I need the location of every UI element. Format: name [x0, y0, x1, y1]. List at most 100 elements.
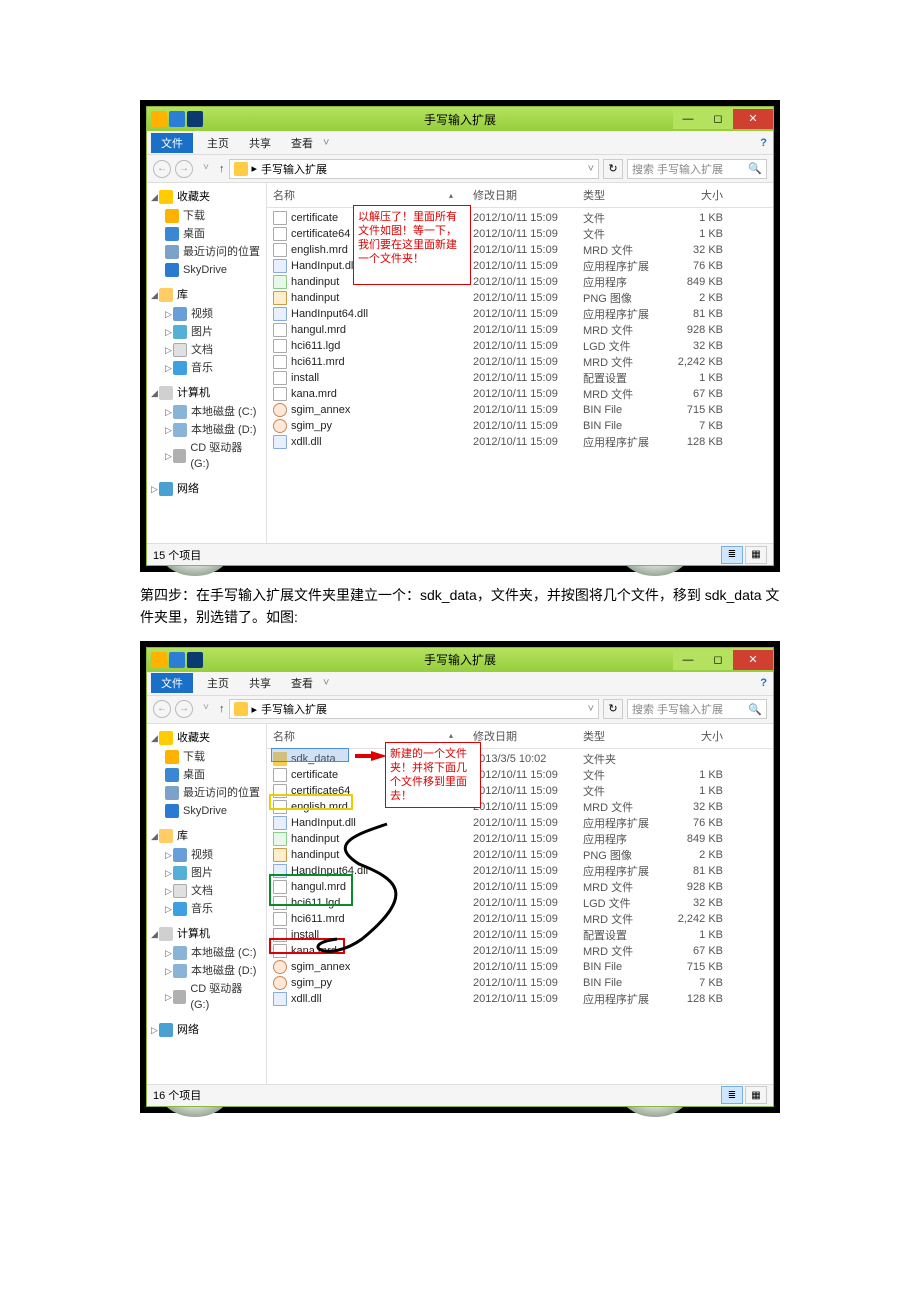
- view-details-button[interactable]: ≣: [721, 546, 743, 564]
- sidebar-item-music[interactable]: 音乐: [191, 901, 213, 917]
- view-icons-button[interactable]: ▦: [745, 546, 767, 564]
- file-row[interactable]: install2012/10/11 15:09配置设置1 KB: [267, 370, 773, 386]
- tab-view[interactable]: 查看: [281, 673, 323, 693]
- sidebar-network[interactable]: 网络: [177, 481, 199, 497]
- sidebar-item-disk-d[interactable]: 本地磁盘 (D:): [191, 963, 256, 979]
- help-icon[interactable]: ?: [760, 677, 767, 689]
- sidebar-item-disk-d[interactable]: 本地磁盘 (D:): [191, 422, 256, 438]
- back-button[interactable]: ←: [153, 700, 171, 718]
- titlebar[interactable]: 手写输入扩展 — ◻ ✕: [147, 648, 773, 672]
- col-date[interactable]: 修改日期: [473, 728, 583, 744]
- history-dropdown[interactable]: ˅: [197, 160, 215, 178]
- col-type[interactable]: 类型: [583, 728, 663, 744]
- file-row[interactable]: hangul.mrd2012/10/11 15:09MRD 文件928 KB: [267, 322, 773, 338]
- sidebar-item-downloads[interactable]: 下载: [183, 208, 205, 224]
- file-row[interactable]: handinput2012/10/11 15:09PNG 图像2 KB: [267, 290, 773, 306]
- network-icon: [159, 482, 173, 496]
- ribbon-collapse-icon[interactable]: ˅: [323, 677, 329, 689]
- file-row[interactable]: hci611.lgd2012/10/11 15:09LGD 文件32 KB: [267, 338, 773, 354]
- file-row[interactable]: certificate642012/10/11 15:09文件1 KB: [267, 226, 773, 242]
- sidebar-item-desktop[interactable]: 桌面: [183, 226, 205, 242]
- tab-share[interactable]: 共享: [239, 673, 281, 693]
- search-input[interactable]: 搜索 手写输入扩展 🔍: [627, 699, 767, 719]
- sidebar-item-pictures[interactable]: 图片: [191, 865, 213, 881]
- file-size: 81 KB: [663, 865, 723, 877]
- sidebar-item-skydrive[interactable]: SkyDrive: [183, 262, 227, 278]
- tab-home[interactable]: 主页: [197, 133, 239, 153]
- sidebar-item-disk-g[interactable]: CD 驱动器 (G:): [190, 981, 262, 1013]
- file-size: 67 KB: [663, 388, 723, 400]
- sidebar-item-downloads[interactable]: 下载: [183, 749, 205, 765]
- col-size[interactable]: 大小: [663, 728, 723, 744]
- sidebar-item-documents[interactable]: 文档: [191, 342, 213, 358]
- sidebar-item-documents[interactable]: 文档: [191, 883, 213, 899]
- back-button[interactable]: ←: [153, 160, 171, 178]
- file-type: BIN File: [583, 404, 663, 416]
- sidebar-libraries[interactable]: 库: [177, 828, 188, 844]
- sidebar-item-disk-c[interactable]: 本地磁盘 (C:): [191, 404, 256, 420]
- breadcrumb[interactable]: ▸ 手写输入扩展 ˅: [229, 159, 600, 179]
- col-name[interactable]: 名称: [273, 728, 295, 744]
- sidebar-network[interactable]: 网络: [177, 1022, 199, 1038]
- refresh-button[interactable]: ↻: [603, 159, 623, 179]
- sidebar-item-skydrive[interactable]: SkyDrive: [183, 803, 227, 819]
- ribbon-collapse-icon[interactable]: ˅: [323, 137, 329, 149]
- sidebar-item-disk-g[interactable]: CD 驱动器 (G:): [190, 440, 262, 472]
- col-size[interactable]: 大小: [663, 187, 723, 203]
- sidebar-item-videos[interactable]: 视频: [191, 847, 213, 863]
- download-icon: [165, 750, 179, 764]
- file-row[interactable]: certificate2012/10/11 15:09文件1 KB: [267, 210, 773, 226]
- sidebar-libraries[interactable]: 库: [177, 287, 188, 303]
- col-name[interactable]: 名称: [273, 187, 295, 203]
- file-row[interactable]: xdll.dll2012/10/11 15:09应用程序扩展128 KB: [267, 434, 773, 450]
- file-type: 文件夹: [583, 751, 663, 767]
- file-row[interactable]: HandInput.dll2012/10/11 15:09应用程序扩展76 KB: [267, 258, 773, 274]
- column-headers[interactable]: 名称▴ 修改日期 类型 大小: [267, 183, 773, 208]
- up-button[interactable]: ↑: [219, 163, 225, 175]
- help-icon[interactable]: ?: [760, 137, 767, 149]
- sidebar-computer[interactable]: 计算机: [177, 385, 210, 401]
- file-row[interactable]: sgim_annex2012/10/11 15:09BIN File715 KB: [267, 402, 773, 418]
- sidebar-favorites[interactable]: 收藏夹: [177, 730, 210, 746]
- refresh-button[interactable]: ↻: [603, 699, 623, 719]
- tab-share[interactable]: 共享: [239, 133, 281, 153]
- file-name: HandInput64.dll: [291, 308, 368, 320]
- view-icons-button[interactable]: ▦: [745, 1086, 767, 1104]
- col-date[interactable]: 修改日期: [473, 187, 583, 203]
- sidebar-favorites[interactable]: 收藏夹: [177, 189, 210, 205]
- tab-file[interactable]: 文件: [151, 673, 193, 693]
- file-row[interactable]: hci611.mrd2012/10/11 15:09MRD 文件2,242 KB: [267, 354, 773, 370]
- file-row[interactable]: handinput2012/10/11 15:09应用程序849 KB: [267, 274, 773, 290]
- sidebar-item-desktop[interactable]: 桌面: [183, 767, 205, 783]
- tab-home[interactable]: 主页: [197, 673, 239, 693]
- file-row[interactable]: sgim_py2012/10/11 15:09BIN File7 KB: [267, 418, 773, 434]
- up-button[interactable]: ↑: [219, 703, 225, 715]
- sidebar-item-recent[interactable]: 最近访问的位置: [183, 785, 260, 801]
- sidebar-item-recent[interactable]: 最近访问的位置: [183, 244, 260, 260]
- file-row[interactable]: kana.mrd2012/10/11 15:09MRD 文件67 KB: [267, 386, 773, 402]
- sidebar-item-disk-c[interactable]: 本地磁盘 (C:): [191, 945, 256, 961]
- sidebar-item-music[interactable]: 音乐: [191, 360, 213, 376]
- breadcrumb-dropdown-icon[interactable]: ˅: [588, 703, 594, 715]
- file-row[interactable]: english.mrd2012/10/11 15:09MRD 文件32 KB: [267, 242, 773, 258]
- col-type[interactable]: 类型: [583, 187, 663, 203]
- forward-button[interactable]: →: [175, 700, 193, 718]
- breadcrumb-item[interactable]: 手写输入扩展: [261, 701, 327, 717]
- tab-file[interactable]: 文件: [151, 133, 193, 153]
- titlebar[interactable]: 手写输入扩展 — ◻ ✕: [147, 107, 773, 131]
- history-dropdown[interactable]: ˅: [197, 700, 215, 718]
- search-input[interactable]: 搜索 手写输入扩展 🔍: [627, 159, 767, 179]
- breadcrumb-item[interactable]: 手写输入扩展: [261, 161, 327, 177]
- file-row[interactable]: HandInput64.dll2012/10/11 15:09应用程序扩展81 …: [267, 306, 773, 322]
- breadcrumb-dropdown-icon[interactable]: ˅: [588, 163, 594, 175]
- sidebar-item-videos[interactable]: 视频: [191, 306, 213, 322]
- sidebar-computer[interactable]: 计算机: [177, 926, 210, 942]
- tab-view[interactable]: 查看: [281, 133, 323, 153]
- file-date: 2012/10/11 15:09: [473, 420, 583, 432]
- window-title: 手写输入扩展: [147, 651, 773, 668]
- forward-button[interactable]: →: [175, 160, 193, 178]
- view-details-button[interactable]: ≣: [721, 1086, 743, 1104]
- breadcrumb[interactable]: ▸ 手写输入扩展 ˅: [229, 699, 600, 719]
- sidebar-item-pictures[interactable]: 图片: [191, 324, 213, 340]
- file-type: 应用程序: [583, 274, 663, 290]
